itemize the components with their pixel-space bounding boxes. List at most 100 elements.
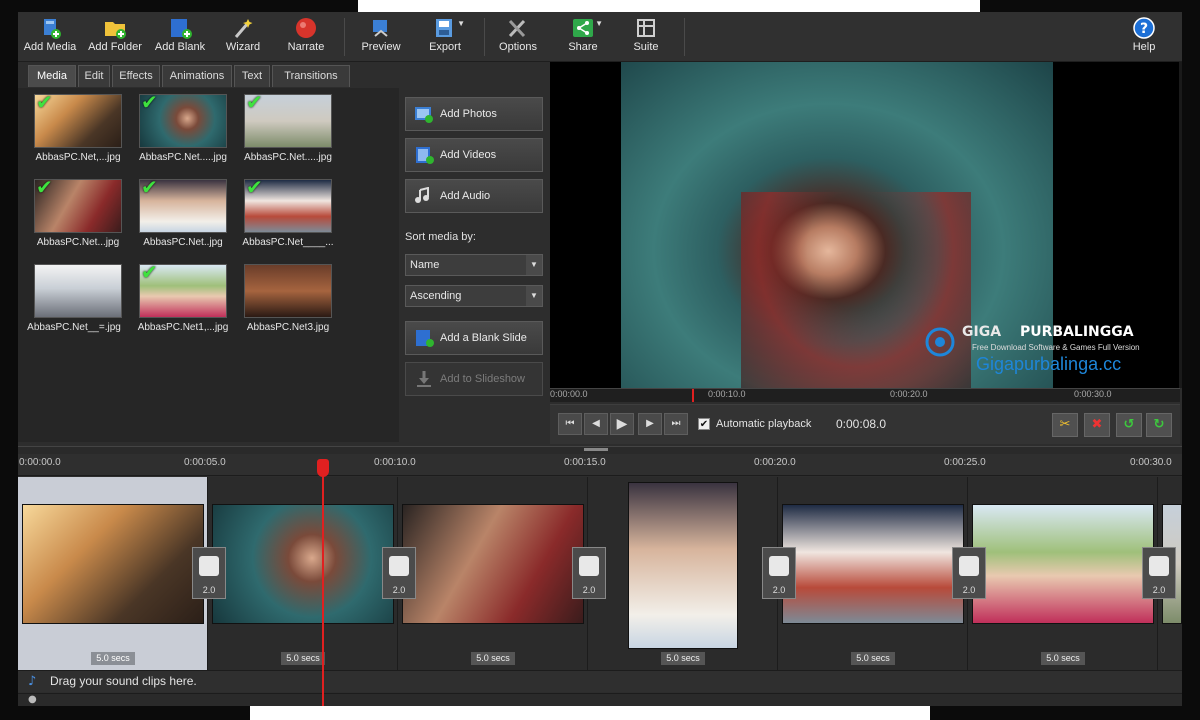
media-thumbnail[interactable]: ✔ [244, 175, 332, 233]
preview-icon [369, 17, 393, 39]
transition-block[interactable]: 2.0 [762, 547, 796, 599]
panel-splitter[interactable] [18, 446, 1182, 454]
export-button[interactable]: ▼ Export [420, 14, 470, 60]
checkmark-icon: ✔ [141, 175, 158, 199]
tab-effects[interactable]: Effects [112, 65, 160, 87]
transition-block[interactable]: 2.0 [572, 547, 606, 599]
tab-media[interactable]: Media [28, 65, 76, 87]
timeline-slide[interactable]: 5.0 secs [18, 477, 208, 670]
slide-duration[interactable]: 5.0 secs [661, 652, 705, 665]
add-blank-slide-button[interactable]: Add a Blank Slide [405, 321, 543, 355]
tab-text[interactable]: Text [234, 65, 270, 87]
add-media-button[interactable]: Add Media [22, 14, 78, 60]
transition-block[interactable]: 2.0 [382, 547, 416, 599]
slide-duration[interactable]: 5.0 secs [471, 652, 515, 665]
current-time: 0:00:08.0 [836, 417, 887, 431]
transition-block[interactable]: 2.0 [1142, 547, 1176, 599]
sort-by-select[interactable]: Name ▼ [405, 254, 543, 276]
narrate-button[interactable]: Narrate [280, 14, 332, 60]
checkmark-icon: ✔ [141, 260, 158, 284]
media-caption: AbbasPC.Net1,...jpg [137, 322, 229, 333]
media-thumbnail[interactable] [34, 264, 122, 318]
playback-controls: ⏮ ◀ ▶ ▶ ⏭ ✔ Automatic playback 0:00:08.0… [550, 404, 1180, 444]
automatic-playback-checkbox[interactable]: ✔ [698, 418, 710, 430]
slide-duration[interactable]: 5.0 secs [91, 652, 135, 665]
watermark-logo-icon [925, 327, 955, 357]
svg-text:?: ? [1140, 21, 1148, 37]
media-thumbnail[interactable]: ✔ [139, 260, 227, 318]
delete-button[interactable]: ✖ [1084, 413, 1110, 437]
timeline-slide[interactable]: 5.0 secs [398, 477, 588, 670]
timeline-slide[interactable]: 5.0 secs [208, 477, 398, 670]
screenshot-frame: Add Media Add Folder Add Blank Wizard Na… [0, 0, 1200, 720]
media-thumbnail[interactable]: ✔ [34, 175, 122, 233]
sort-order-select[interactable]: Ascending ▼ [405, 285, 543, 307]
help-button[interactable]: ? Help [1124, 14, 1164, 60]
add-audio-button[interactable]: Add Audio [405, 179, 543, 213]
add-to-slideshow-button[interactable]: Add to Slideshow [405, 362, 543, 396]
tab-edit[interactable]: Edit [78, 65, 110, 87]
transition-block[interactable]: 2.0 [192, 547, 226, 599]
slide-thumbnail[interactable] [972, 504, 1154, 624]
music-note-icon [414, 186, 434, 205]
ruler-tick-label: 0:00:25.0 [944, 457, 986, 468]
media-thumbnail[interactable]: ✔ [139, 90, 227, 148]
wizard-button[interactable]: Wizard [218, 14, 268, 60]
timeline-slide[interactable]: 5.0 secs [778, 477, 968, 670]
watermark-brand-left: GIGA [962, 324, 1002, 340]
ruler-tick-label: 0:00:00.0 [550, 389, 588, 399]
ruler-tick-label: 0:00:20.0 [754, 457, 796, 468]
border-right [1182, 0, 1200, 720]
narration-track[interactable]: ● [18, 693, 1182, 706]
add-videos-button[interactable]: Add Videos [405, 138, 543, 172]
transition-icon [579, 556, 599, 576]
chevron-down-icon: ▼ [526, 255, 542, 275]
cut-button[interactable]: ✂ [1052, 413, 1078, 437]
rotate-right-icon: ↻ [1153, 417, 1165, 432]
previous-frame-button[interactable]: ◀ [584, 413, 608, 435]
playhead-handle[interactable] [317, 459, 329, 477]
audio-track[interactable]: ♪ Drag your sound clips here. [18, 670, 1182, 692]
slide-thumbnail[interactable] [22, 504, 204, 624]
audio-track-hint: Drag your sound clips here. [50, 674, 197, 688]
media-thumbnail[interactable]: ✔ [139, 175, 227, 233]
media-caption: AbbasPC.Net__=.jpg [27, 322, 121, 333]
next-frame-button[interactable]: ▶ [638, 413, 662, 435]
automatic-playback-label: Automatic playback [716, 418, 812, 430]
add-photos-button[interactable]: Add Photos [405, 97, 543, 131]
preview-playhead[interactable] [692, 389, 694, 402]
options-button[interactable]: Options [492, 14, 544, 60]
media-thumbnail[interactable]: ✔ [34, 90, 122, 148]
slide-duration[interactable]: 5.0 secs [851, 652, 895, 665]
slide-thumbnail[interactable] [628, 482, 738, 649]
add-folder-button[interactable]: Add Folder [84, 14, 146, 60]
skip-to-end-button[interactable]: ⏭ [664, 413, 688, 435]
timeline-slide[interactable]: 5.0 secs [588, 477, 778, 670]
arrow-down-icon [414, 370, 434, 388]
slide-thumbnail[interactable] [212, 504, 394, 624]
tab-animations[interactable]: Animations [162, 65, 232, 87]
checkmark-icon: ✔ [141, 90, 158, 114]
timeline-playhead[interactable] [322, 460, 324, 706]
suite-button[interactable]: Suite [624, 14, 668, 60]
slide-duration[interactable]: 5.0 secs [1041, 652, 1085, 665]
suite-icon [634, 17, 658, 39]
sort-order-value: Ascending [410, 290, 462, 302]
skip-to-start-button[interactable]: ⏮ [558, 413, 582, 435]
add-blank-button[interactable]: Add Blank [152, 14, 208, 60]
tab-transitions[interactable]: Transitions [272, 65, 350, 87]
music-note-icon: ♪ [28, 674, 37, 689]
timeline-slide[interactable]: 5.0 secs [968, 477, 1158, 670]
transition-block[interactable]: 2.0 [952, 547, 986, 599]
slide-duration[interactable]: 5.0 secs [281, 652, 325, 665]
preview-button[interactable]: Preview [354, 14, 408, 60]
slide-thumbnail[interactable] [782, 504, 964, 624]
rotate-left-button[interactable]: ↺ [1116, 413, 1142, 437]
media-thumbnail[interactable]: ✔ [244, 90, 332, 148]
rotate-right-button[interactable]: ↻ [1146, 413, 1172, 437]
ruler-tick-label: 0:00:05.0 [184, 457, 226, 468]
slide-thumbnail[interactable] [402, 504, 584, 624]
play-button[interactable]: ▶ [610, 413, 634, 435]
media-thumbnail[interactable] [244, 264, 332, 318]
share-button[interactable]: ▼ Share [558, 14, 608, 60]
